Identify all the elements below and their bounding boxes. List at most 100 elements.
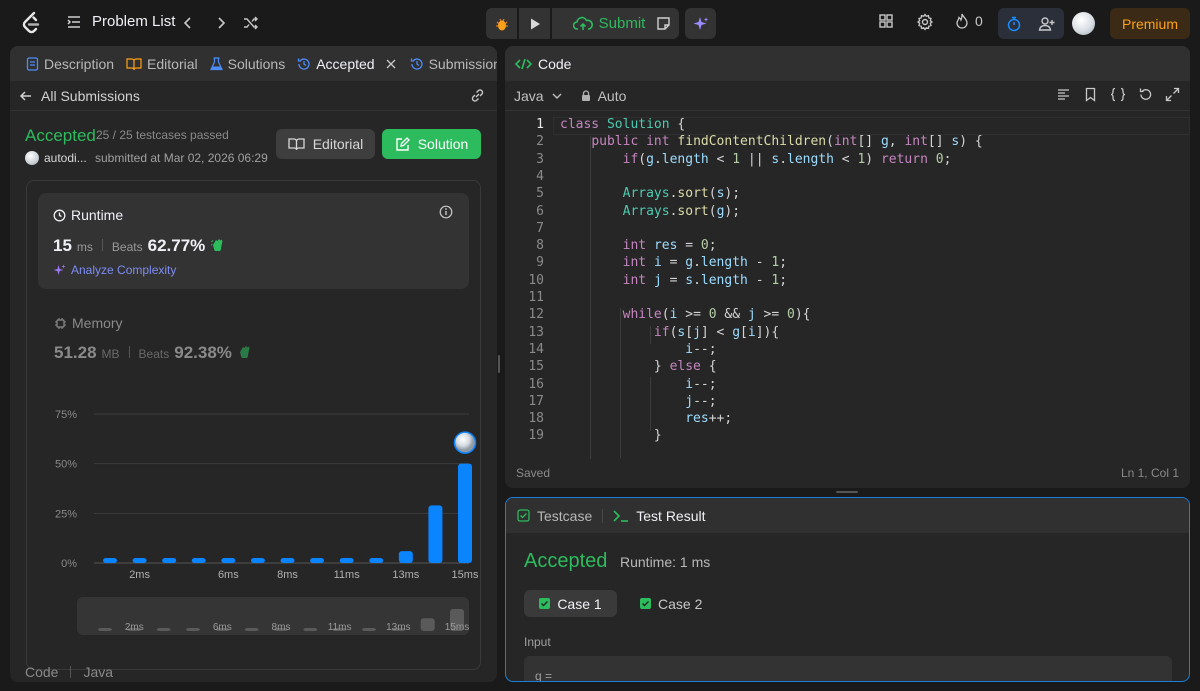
prev-problem-button[interactable] — [178, 13, 198, 33]
code-line[interactable]: if(s[j] < g[i]){ — [560, 325, 779, 340]
layout-button[interactable] — [878, 13, 894, 29]
code-line[interactable]: } — [560, 428, 662, 443]
stopwatch-icon[interactable] — [1006, 16, 1022, 32]
code-line[interactable]: res++; — [560, 411, 732, 426]
tab-editorial[interactable]: Editorial — [120, 56, 204, 72]
ai-assist-button[interactable] — [685, 8, 716, 39]
settings-button[interactable] — [916, 13, 934, 31]
memory-tab[interactable]: Memory — [54, 315, 123, 331]
submitted-at: submitted at Mar 02, 2026 06:29 — [95, 151, 268, 165]
info-icon[interactable] — [439, 205, 453, 219]
chart-bar[interactable] — [132, 558, 147, 563]
check-icon — [640, 598, 651, 609]
sparkle-icon — [53, 264, 66, 275]
chart-bar[interactable] — [339, 558, 354, 563]
your-submission-marker[interactable] — [453, 431, 477, 454]
analyze-complexity-link[interactable]: Analyze Complexity — [53, 263, 176, 277]
line-number: 13 — [528, 324, 544, 340]
align-left-icon[interactable] — [1056, 87, 1071, 102]
reset-icon[interactable] — [1138, 87, 1153, 102]
x-tick-label: 2ms — [129, 569, 150, 581]
runtime-card[interactable]: Runtime 15 ms Beats 62.77% Analyze Compl… — [38, 193, 469, 289]
code-editor[interactable]: 1 class Solution {2 public int findConten… — [505, 117, 1190, 459]
code-line[interactable]: int i = g.length - 1; — [560, 255, 787, 270]
auto-mode-label[interactable]: Auto — [598, 88, 627, 104]
line-number: 16 — [528, 376, 544, 392]
run-button[interactable] — [519, 8, 550, 39]
problem-list-link[interactable]: Problem List — [66, 13, 175, 30]
code-line[interactable]: public int findContentChildren(int[] g, … — [560, 134, 982, 149]
chart-bar[interactable] — [369, 558, 384, 563]
tab-solutions[interactable]: Solutions — [204, 56, 292, 72]
leetcode-logo-icon[interactable] — [20, 11, 44, 35]
submitter-name[interactable]: autodi... — [44, 151, 87, 165]
horizontal-resize-handle[interactable] — [836, 491, 858, 493]
notes-button[interactable] — [648, 8, 679, 39]
fire-icon — [956, 13, 968, 29]
line-number: 3 — [536, 151, 544, 167]
input-value-box[interactable]: g = — [524, 656, 1172, 681]
tab-description[interactable]: Description — [20, 56, 120, 72]
line-number: 12 — [528, 307, 544, 323]
left-tabbar: Description Editorial Solutions Accepted… — [10, 46, 497, 81]
tab-code[interactable]: Code — [538, 56, 571, 72]
link-icon[interactable] — [469, 87, 486, 104]
user-avatar[interactable] — [1072, 12, 1095, 35]
code-line[interactable]: int res = 0; — [560, 238, 717, 253]
test-result-panel: Testcase Test Result Accepted Runtime: 1… — [505, 497, 1190, 682]
bookmark-icon[interactable] — [1083, 87, 1098, 102]
runtime-beats-label: Beats — [111, 240, 143, 254]
premium-button[interactable]: Premium — [1110, 8, 1190, 39]
code-line[interactable]: i--; — [560, 342, 716, 357]
language-select[interactable]: Java — [514, 88, 544, 104]
runtime-distribution-chart[interactable]: 0% 25% 50% 75% 2ms 6ms 8ms 11ms 13ms 15ms — [27, 396, 482, 586]
tab-submissions[interactable]: Submissions — [404, 56, 497, 72]
chart-range-minimap[interactable]: 2ms 6ms 8ms 11ms 13ms 15ms — [77, 597, 469, 635]
code-line[interactable]: j--; — [560, 394, 716, 409]
case-2-label: Case 2 — [658, 595, 703, 612]
chart-bar[interactable] — [250, 558, 265, 563]
clock-icon — [53, 209, 66, 221]
code-line[interactable]: Arrays.sort(g); — [560, 204, 740, 219]
chart-bar[interactable] — [191, 558, 206, 563]
runtime-beats-percent: 62.77% — [147, 236, 206, 255]
tab-testcase[interactable]: Testcase — [537, 508, 592, 524]
minimap-bar — [303, 628, 318, 631]
tab-accepted[interactable]: Accepted — [291, 56, 403, 72]
chevron-down-icon[interactable] — [551, 90, 563, 102]
code-line[interactable]: i--; — [560, 377, 716, 392]
tab-test-result[interactable]: Test Result — [636, 508, 705, 524]
y-tick-label: 75% — [55, 409, 77, 421]
random-problem-button[interactable] — [241, 13, 261, 33]
code-line[interactable]: Arrays.sort(s); — [560, 186, 740, 201]
braces-icon[interactable] — [1110, 87, 1126, 102]
chart-bar[interactable] — [428, 505, 443, 563]
case-2-button[interactable]: Case 2 — [640, 590, 702, 617]
line-number: 11 — [528, 290, 544, 305]
chart-bar[interactable] — [103, 558, 117, 563]
chart-bar[interactable] — [398, 551, 413, 563]
chart-bar[interactable] — [162, 558, 177, 563]
editorial-button[interactable]: Editorial — [276, 129, 375, 159]
streak-counter[interactable]: 0 — [954, 13, 983, 29]
case-1-button[interactable]: Case 1 — [524, 590, 617, 617]
next-problem-button[interactable] — [211, 13, 231, 33]
chart-bar[interactable] — [221, 558, 236, 563]
code-line[interactable]: while(i >= 0 && j >= 0){ — [560, 307, 811, 322]
code-line[interactable]: } else { — [560, 359, 717, 374]
code-line[interactable]: int j = s.length - 1; — [560, 273, 787, 288]
vertical-resize-handle[interactable] — [498, 355, 500, 373]
chart-bar[interactable] — [310, 558, 325, 563]
debug-button[interactable] — [486, 8, 517, 39]
code-line[interactable]: class Solution { — [560, 117, 685, 132]
all-submissions-link[interactable]: All Submissions — [10, 81, 497, 111]
code-toolbar: Java Auto — [505, 81, 1190, 111]
chart-bar[interactable] — [458, 463, 472, 563]
solution-button[interactable]: Solution — [382, 129, 481, 159]
line-number: 17 — [528, 393, 544, 409]
add-user-icon[interactable] — [1038, 16, 1056, 32]
chart-bar[interactable] — [280, 558, 295, 563]
expand-icon[interactable] — [1165, 87, 1180, 102]
close-icon[interactable] — [384, 57, 398, 71]
code-line[interactable]: if(g.length < 1 || s.length < 1) return … — [560, 152, 952, 167]
